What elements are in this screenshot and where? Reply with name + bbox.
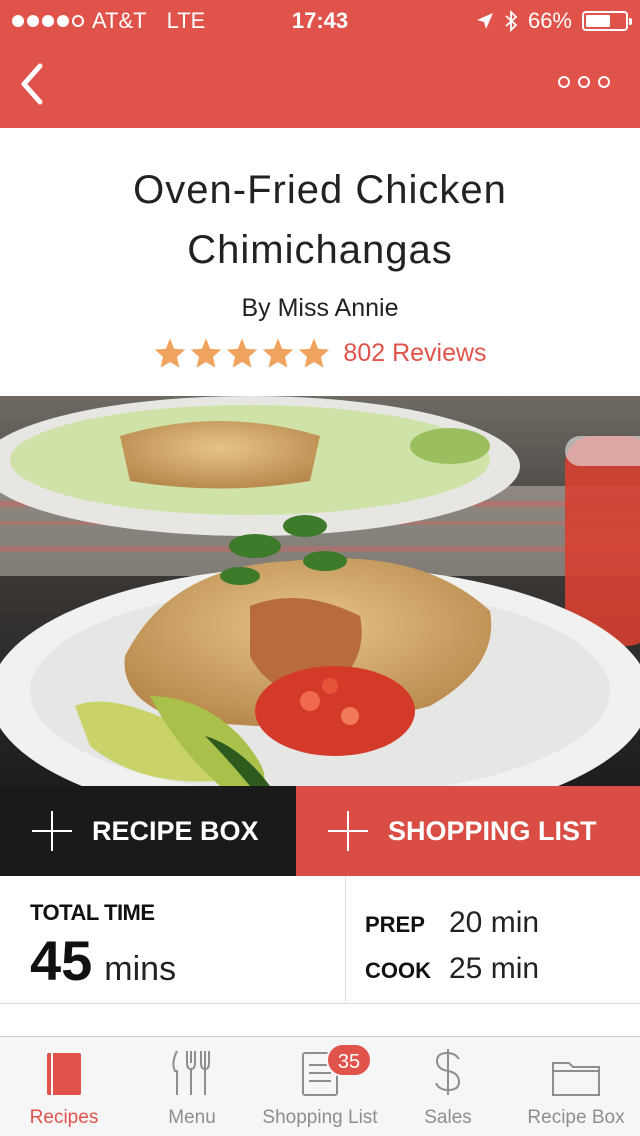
plus-icon — [32, 811, 72, 851]
recipe-author: By Miss Annie — [241, 294, 399, 322]
tab-recipes[interactable]: Recipes — [0, 1037, 128, 1136]
recipe-title: Oven-Fried Chicken Chimichangas — [133, 168, 507, 272]
more-dot — [558, 76, 570, 88]
more-dot — [598, 76, 610, 88]
add-to-shopping-list-button[interactable]: SHOPPING LIST — [296, 786, 640, 876]
cook-time: COOK 25 min — [365, 952, 539, 986]
utensils-icon — [172, 1050, 210, 1095]
tab-bar: Recipes Menu Shopping List 35 Sales Reci… — [0, 1036, 640, 1136]
star-rating — [153, 337, 331, 369]
battery-fill — [586, 15, 610, 27]
cook-label: COOK — [365, 958, 431, 983]
tab-sales[interactable]: Sales — [384, 1037, 512, 1136]
tab-label: Recipe Box — [527, 1107, 625, 1128]
total-time: TOTAL TIME 45 mins — [30, 900, 176, 993]
tab-label: Shopping List — [262, 1107, 378, 1128]
prep-value: 20 min — [449, 906, 540, 939]
star-icon — [227, 338, 258, 368]
chevron-left-icon — [21, 63, 43, 105]
star-icon — [299, 338, 330, 368]
battery-percent: 66% — [527, 8, 572, 33]
bluetooth-icon — [505, 10, 518, 32]
star-icon — [155, 338, 186, 368]
shopping-list-label: SHOPPING LIST — [388, 815, 597, 846]
back-button[interactable] — [14, 60, 54, 108]
star-icon — [191, 338, 222, 368]
tab-menu[interactable]: Menu — [128, 1037, 256, 1136]
total-time-value: 45 — [30, 929, 93, 992]
tab-label: Recipes — [29, 1107, 99, 1128]
reviews-link[interactable]: 802 Reviews — [343, 339, 486, 368]
location-arrow-icon — [476, 13, 493, 29]
plus-icon — [328, 811, 368, 851]
nav-header: AT&T LTE 17:43 66% — [0, 0, 640, 128]
star-icon — [263, 338, 294, 368]
tab-label: Menu — [168, 1107, 216, 1128]
more-dot — [578, 76, 590, 88]
recipe-photo — [0, 396, 640, 786]
prep-time: PREP 20 min — [365, 906, 539, 940]
food-photo-illustration — [0, 396, 640, 786]
more-button[interactable] — [558, 76, 610, 88]
battery-icon — [582, 11, 632, 31]
tab-recipe-box[interactable]: Recipe Box — [512, 1037, 640, 1136]
shopping-list-count-badge: 35 — [326, 1043, 372, 1077]
add-to-recipe-box-button[interactable]: RECIPE BOX — [0, 786, 296, 876]
divider — [345, 876, 346, 1004]
folder-icon — [552, 1062, 600, 1096]
notebook-icon — [47, 1053, 81, 1095]
status-bar: AT&T LTE 17:43 66% — [0, 0, 640, 40]
prep-label: PREP — [365, 912, 425, 937]
tab-label: Sales — [424, 1107, 472, 1128]
total-time-label: TOTAL TIME — [30, 900, 155, 925]
cook-value: 25 min — [449, 952, 540, 985]
time-panel: TOTAL TIME 45 mins PREP 20 min COOK 25 m… — [0, 876, 640, 1004]
recipe-header: Oven-Fried Chicken Chimichangas By Miss … — [0, 128, 640, 396]
recipe-box-label: RECIPE BOX — [92, 815, 259, 846]
tab-shopping-list[interactable]: Shopping List 35 — [256, 1037, 384, 1136]
total-time-unit: mins — [104, 950, 177, 988]
rating-row[interactable]: 802 Reviews — [0, 337, 640, 369]
dollar-icon — [435, 1049, 461, 1095]
